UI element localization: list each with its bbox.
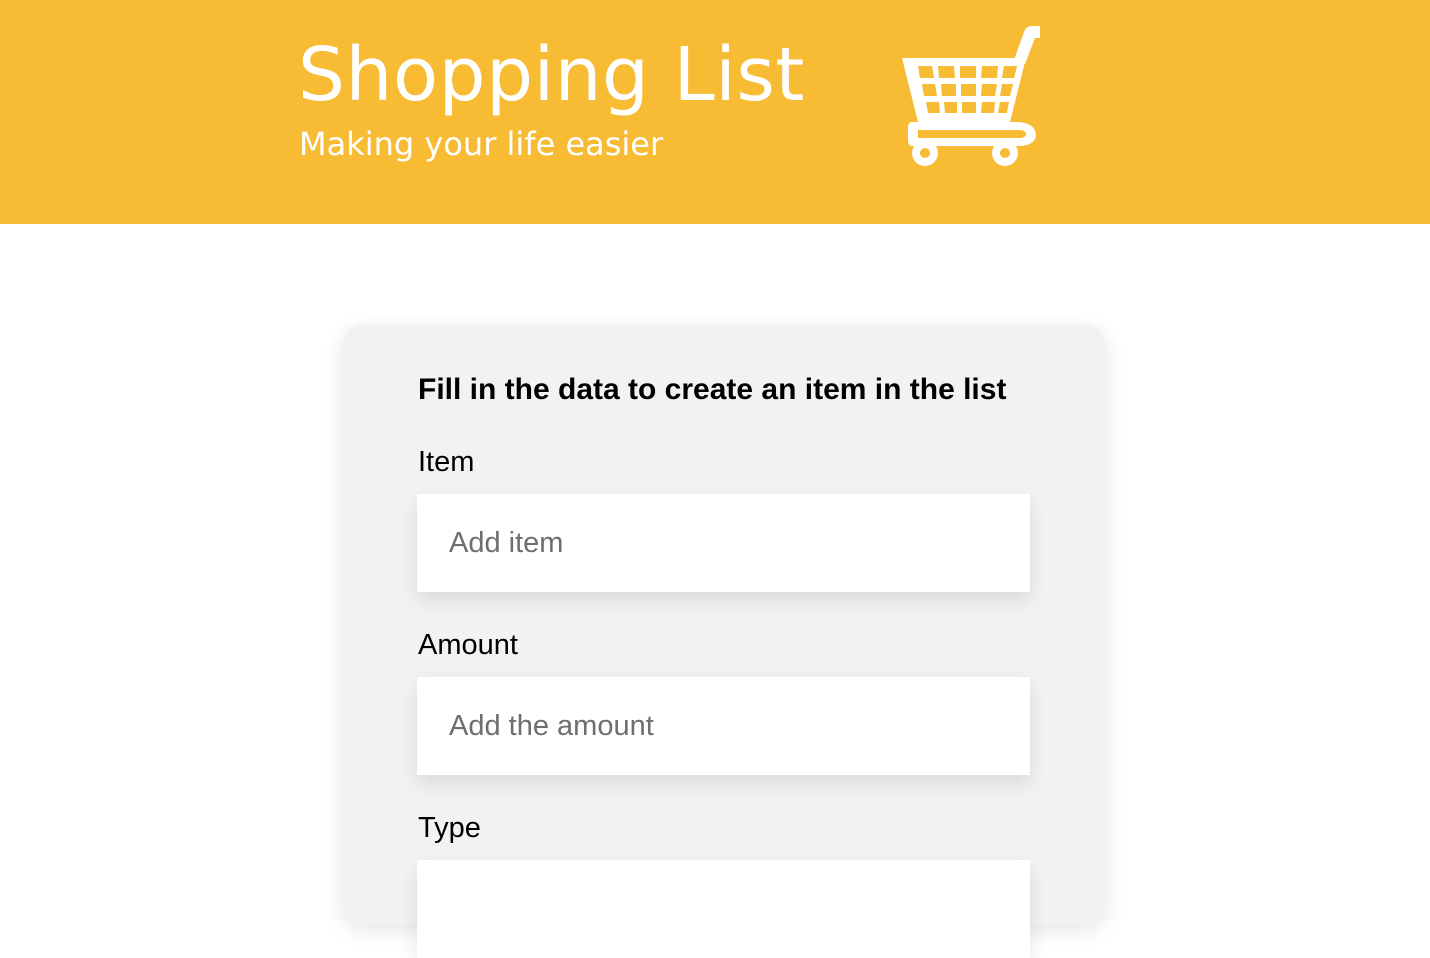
amount-input[interactable] [417, 677, 1030, 775]
site-title: Shopping List [298, 32, 805, 118]
item-label: Item [418, 446, 475, 478]
create-item-form: Fill in the data to create an item in th… [342, 324, 1106, 958]
site-subtitle: Making your life easier [299, 125, 664, 163]
form-heading: Fill in the data to create an item in th… [418, 373, 1007, 406]
type-label: Type [418, 812, 481, 844]
site-header: Shopping List Making your life easier [0, 0, 1430, 224]
amount-label: Amount [418, 629, 518, 661]
item-input[interactable] [417, 494, 1030, 592]
shopping-cart-icon [902, 26, 1040, 166]
type-input[interactable] [417, 860, 1030, 958]
